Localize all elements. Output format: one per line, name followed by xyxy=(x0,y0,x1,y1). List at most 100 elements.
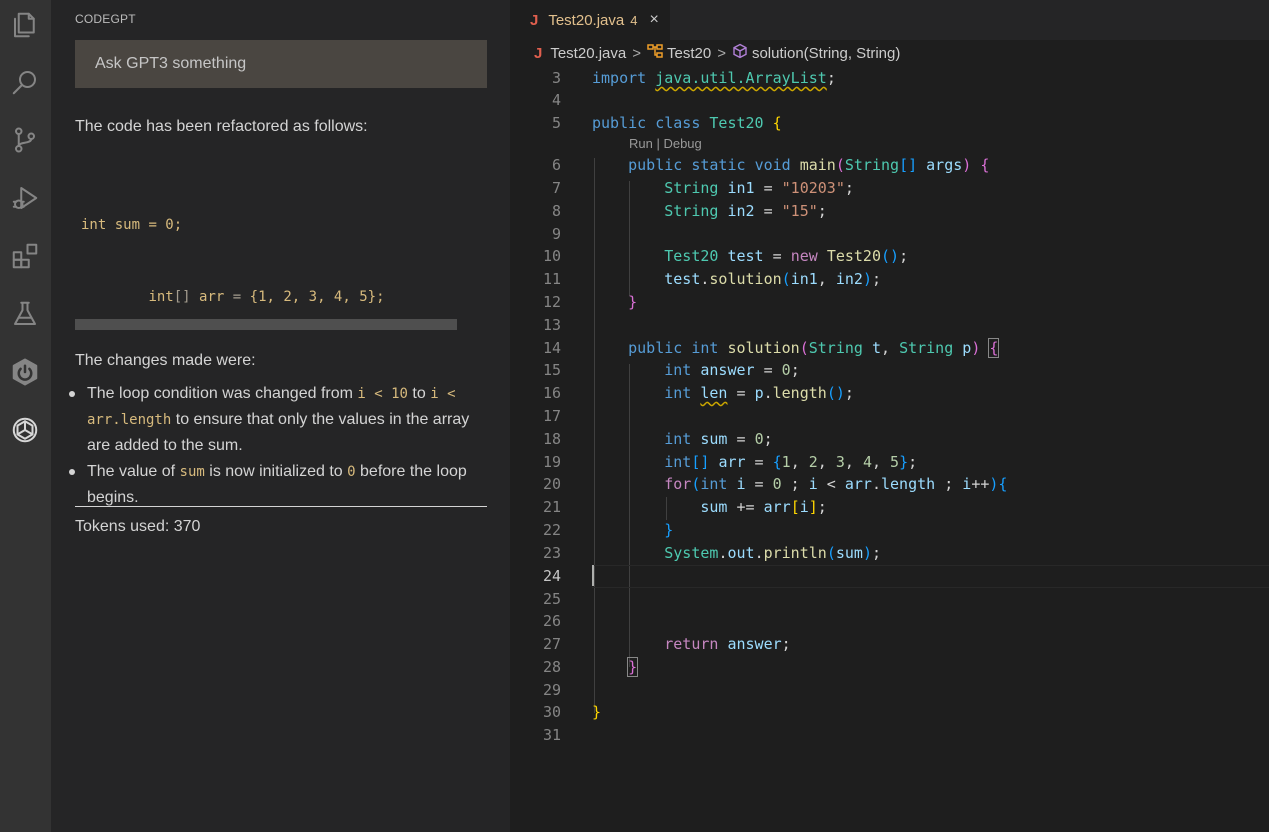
code-token: 0 xyxy=(754,430,764,448)
divider xyxy=(75,506,487,507)
spring-boot-icon[interactable] xyxy=(5,352,45,392)
code-line[interactable]: 13 xyxy=(510,314,1269,337)
line-text: String in1 = "10203"; xyxy=(592,177,854,200)
code-token: } xyxy=(627,657,639,677)
code-line[interactable]: 16 int len = p.length(); xyxy=(510,382,1269,405)
code-token: solution xyxy=(727,339,800,357)
breadcrumb-class[interactable]: Test20 xyxy=(667,45,711,62)
code-line[interactable]: 29 xyxy=(510,679,1269,702)
close-icon[interactable]: × xyxy=(649,11,658,29)
code-line[interactable]: 20 for(int i = 0 ; i < arr.length ; i++)… xyxy=(510,473,1269,496)
code-token: { xyxy=(772,114,782,132)
code-token: , xyxy=(790,453,809,471)
run-debug-icon[interactable] xyxy=(5,178,45,218)
code-token: = xyxy=(727,384,755,402)
code-line[interactable]: 25 xyxy=(510,588,1269,611)
code-token: p xyxy=(962,339,972,357)
code-line[interactable]: 24 xyxy=(510,565,1269,588)
code-line[interactable]: 18 int sum = 0; xyxy=(510,428,1269,451)
code-line[interactable]: 27 return answer; xyxy=(510,633,1269,656)
code-line[interactable]: 4 xyxy=(510,89,1269,112)
line-number: 12 xyxy=(542,293,561,311)
code-line[interactable]: 15 int answer = 0; xyxy=(510,359,1269,382)
code-token: println xyxy=(763,544,827,562)
code-token: "10203" xyxy=(781,179,845,197)
line-number: 30 xyxy=(542,703,561,721)
code-line[interactable]: 31 xyxy=(510,724,1269,747)
code-line[interactable]: 28 } xyxy=(510,656,1269,679)
code-token: < xyxy=(817,475,845,493)
extensions-icon[interactable] xyxy=(5,236,45,276)
code-line[interactable]: 5 public class Test20 { xyxy=(510,112,1269,135)
code-block-scrollbar[interactable] xyxy=(75,319,457,330)
code-line[interactable]: 19 int[] arr = {1, 2, 3, 4, 5}; xyxy=(510,451,1269,474)
code-line[interactable]: 8 String in2 = "15"; xyxy=(510,200,1269,223)
code-line[interactable]: 30} xyxy=(510,701,1269,724)
code-token: main xyxy=(799,156,836,174)
code-token: ( xyxy=(799,339,809,357)
code-token: out xyxy=(727,544,755,562)
code-token: in2 xyxy=(727,202,755,220)
codegpt-icon[interactable] xyxy=(5,410,45,450)
source-control-icon[interactable] xyxy=(5,120,45,160)
list-item: The loop condition was changed from i < … xyxy=(69,381,489,459)
code-line[interactable]: 14 public int solution(String t, String … xyxy=(510,337,1269,360)
list-item: The value of sum is now initialized to 0… xyxy=(69,459,489,511)
code-token: int xyxy=(664,384,701,402)
code-token: p xyxy=(754,384,764,402)
code-token: i xyxy=(808,475,818,493)
code-token: int xyxy=(664,361,701,379)
code-token: [] xyxy=(691,453,710,471)
code-token: ; xyxy=(781,475,809,493)
code-token: sum xyxy=(835,544,863,562)
breadcrumb-file[interactable]: Test20.java xyxy=(550,45,626,62)
breadcrumb-method[interactable]: solution(String, String) xyxy=(752,45,900,62)
code-token: ) xyxy=(862,544,872,562)
code-line[interactable]: 6 public static void main(String[] args)… xyxy=(510,154,1269,177)
line-text: public class Test20 { xyxy=(592,112,782,135)
code-token: solution xyxy=(709,270,782,288)
code-token: arr xyxy=(763,498,791,516)
code-line[interactable]: 17 xyxy=(510,405,1269,428)
files-icon[interactable] xyxy=(5,5,45,45)
code-line[interactable]: 12 } xyxy=(510,291,1269,314)
code-line[interactable]: 11 test.solution(in1, in2); xyxy=(510,268,1269,291)
response-intro: The code has been refactored as follows: xyxy=(75,118,368,135)
code-line[interactable]: 3 import java.util.ArrayList; xyxy=(510,67,1269,90)
code-line[interactable]: 9 xyxy=(510,223,1269,246)
ask-input[interactable] xyxy=(75,40,487,88)
code-token: ; xyxy=(826,69,836,87)
code-token: int xyxy=(664,430,701,448)
line-text: } xyxy=(592,519,673,542)
line-text: System.out.println(sum); xyxy=(592,542,881,565)
code-line[interactable]: 23 System.out.println(sum); xyxy=(510,542,1269,565)
code-token: test xyxy=(727,247,764,265)
line-number: 21 xyxy=(542,498,561,516)
code-editor[interactable]: Run | Debug 3 import java.util.ArrayList;… xyxy=(510,66,1269,832)
code-line[interactable]: 26 xyxy=(510,610,1269,633)
code-token: = xyxy=(763,247,791,265)
response-code-block: int sum = 0; int[] arr = {1, 2, 3, 4, 5}… xyxy=(81,165,487,310)
tab-test20-java[interactable]: J Test20.java 4 × xyxy=(510,0,670,40)
code-line[interactable]: 22 } xyxy=(510,519,1269,542)
line-number: 6 xyxy=(551,156,561,174)
code-line[interactable]: 10 Test20 test = new Test20(); xyxy=(510,245,1269,268)
code-line[interactable]: 21 sum += arr[i]; xyxy=(510,496,1269,519)
code-token: Test20 xyxy=(664,247,728,265)
line-number: 7 xyxy=(551,179,561,197)
search-icon[interactable] xyxy=(5,62,45,102)
problems-count: 4 xyxy=(630,12,638,28)
testing-icon[interactable] xyxy=(5,294,45,334)
line-number: 16 xyxy=(542,384,561,402)
code-token: String xyxy=(899,339,963,357)
codelens-run-debug[interactable]: Run | Debug xyxy=(629,136,702,151)
line-number: 15 xyxy=(542,361,561,379)
code-line[interactable]: 7 String in1 = "10203"; xyxy=(510,177,1269,200)
